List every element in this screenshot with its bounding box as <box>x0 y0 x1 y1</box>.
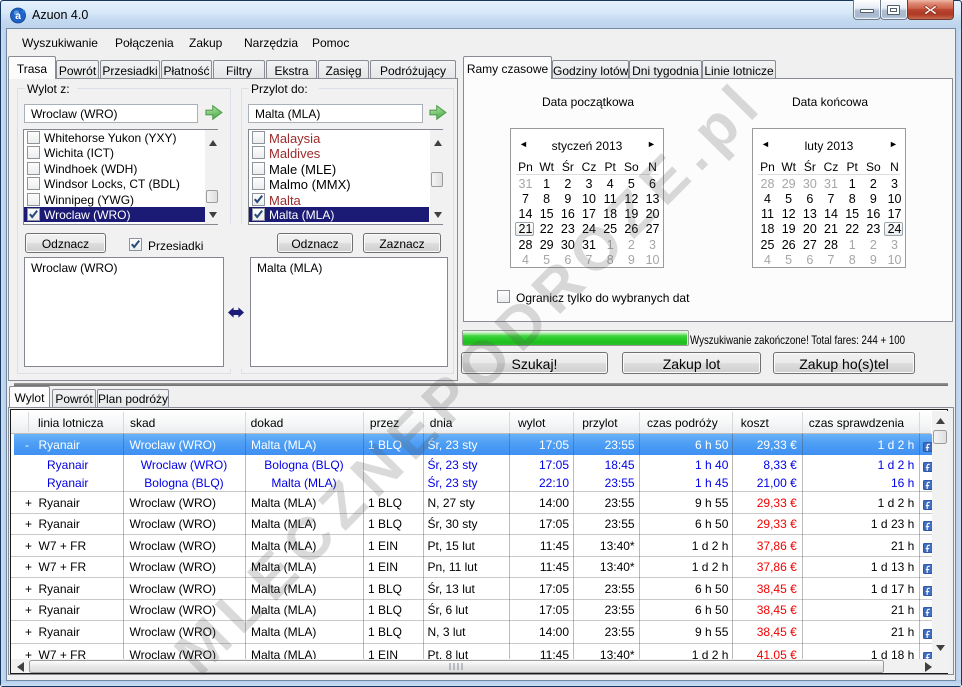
svg-text:MLECZNEPODROZE.pl: MLECZNEPODROZE.pl <box>162 67 777 687</box>
